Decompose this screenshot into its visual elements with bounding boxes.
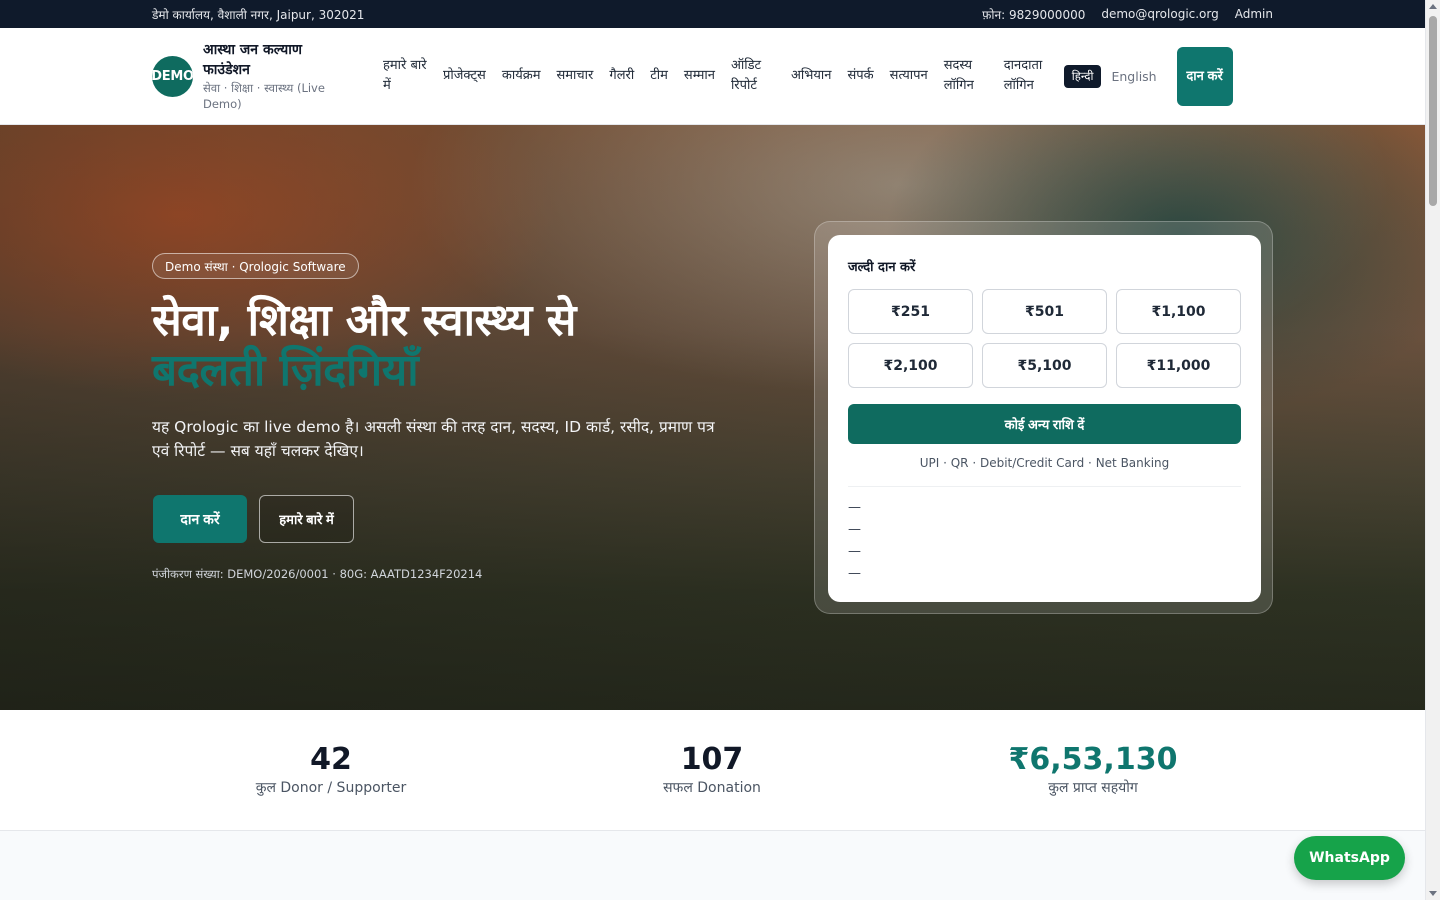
nav-member-login[interactable]: सदस्य लॉगिन — [936, 56, 996, 96]
hero-lead-text: यह Qrologic का live demo है। असली संस्था… — [152, 418, 715, 460]
nav-programs[interactable]: कार्यक्रम — [494, 66, 549, 86]
stat-donations: 107 सफल Donation — [562, 742, 862, 798]
amount-option-501[interactable]: ₹501 — [982, 289, 1107, 334]
quick-donate-title: जल्दी दान करें — [848, 260, 916, 275]
quick-donate-card: जल्दी दान करें ₹251 ₹501 ₹1,100 ₹2,100 ₹… — [828, 235, 1261, 602]
other-amount-button[interactable]: कोई अन्य राशि दें — [848, 404, 1241, 444]
amount-option-5100[interactable]: ₹5,100 — [982, 343, 1107, 388]
amount-option-251[interactable]: ₹251 — [848, 289, 973, 334]
stat-value: 42 — [310, 742, 352, 777]
recent-item: — — [848, 522, 861, 537]
brand-block[interactable]: आस्था जन कल्याण फाउंडेशन सेवा · शिक्षा ·… — [203, 40, 353, 112]
stat-label: कुल Donor / Supporter — [255, 780, 407, 796]
stat-label: सफल Donation — [663, 780, 761, 796]
card-divider — [848, 486, 1241, 487]
nav-gallery[interactable]: गैलरी — [601, 66, 642, 86]
hero-headline-line2: बदलती ज़िंदगियाँ — [152, 345, 419, 396]
scroll-down-arrow-icon[interactable] — [1429, 891, 1437, 896]
email-link[interactable]: demo@qrologic.org — [1101, 7, 1218, 21]
next-section — [0, 831, 1425, 900]
phone-link[interactable]: फ़ोन: 9829000000 — [982, 6, 1085, 23]
top-info-bar: डेमो कार्यालय, वैशाली नगर, Jaipur, 30202… — [0, 0, 1425, 28]
scrollbar-thumb[interactable] — [1429, 16, 1437, 206]
amount-option-2100[interactable]: ₹2,100 — [848, 343, 973, 388]
nav-audit-report[interactable]: ऑडिट रिपोर्ट — [723, 56, 783, 96]
lang-hindi-button[interactable]: हिन्दी — [1063, 64, 1102, 88]
nav-verification[interactable]: सत्यापन — [882, 66, 936, 86]
main-nav: हमारे बारे में प्रोजेक्ट्स कार्यक्रम समा… — [375, 56, 1056, 96]
amount-option-11000[interactable]: ₹11,000 — [1116, 343, 1241, 388]
hero-donate-button[interactable]: दान करें — [153, 495, 247, 543]
stat-value: ₹6,53,130 — [1008, 742, 1178, 777]
nav-honors[interactable]: सम्मान — [676, 66, 723, 86]
nav-team[interactable]: टीम — [642, 66, 676, 86]
recent-list: — — — — — [848, 497, 1241, 585]
stat-donors: 42 कुल Donor / Supporter — [181, 742, 481, 798]
page-scrollbar[interactable] — [1425, 0, 1440, 900]
lang-english-button[interactable]: English — [1111, 69, 1156, 84]
recent-item: — — [848, 500, 861, 515]
amount-option-1100[interactable]: ₹1,100 — [1116, 289, 1241, 334]
recent-item: — — [848, 566, 861, 581]
nav-news[interactable]: समाचार — [549, 66, 602, 86]
amount-grid: ₹251 ₹501 ₹1,100 ₹2,100 ₹5,100 ₹11,000 — [848, 289, 1241, 388]
recent-item: — — [848, 544, 861, 559]
whatsapp-button[interactable]: WhatsApp — [1294, 836, 1405, 880]
hero-section: Demo संस्था · Qrologic Software सेवा, शि… — [0, 125, 1425, 710]
logo[interactable]: DEMO — [152, 55, 193, 97]
quick-donate-frame: जल्दी दान करें ₹251 ₹501 ₹1,100 ₹2,100 ₹… — [814, 221, 1273, 614]
top-contact-group: फ़ोन: 9829000000 demo@qrologic.org Admin — [982, 6, 1273, 23]
header-donate-button[interactable]: दान करें — [1176, 46, 1233, 106]
nav-donor-login[interactable]: दानदाता लॉगिन — [996, 56, 1056, 96]
registration-info: पंजीकरण संख्या: DEMO/2026/0001 · 80G: AA… — [152, 567, 483, 581]
stats-section: 42 कुल Donor / Supporter 107 सफल Donatio… — [0, 710, 1425, 831]
hero-headline-line1: सेवा, शिक्षा और स्वास्थ्य से — [152, 295, 576, 346]
stat-value: 107 — [680, 742, 744, 777]
stat-total-support: ₹6,53,130 कुल प्राप्त सहयोग — [943, 742, 1243, 798]
nav-about[interactable]: हमारे बारे में — [375, 56, 435, 96]
office-address: डेमो कार्यालय, वैशाली नगर, Jaipur, 30202… — [152, 7, 365, 22]
nav-projects[interactable]: प्रोजेक्ट्स — [435, 66, 494, 86]
nav-campaigns[interactable]: अभियान — [783, 66, 840, 86]
language-switcher: हिन्दी English — [1063, 64, 1157, 88]
nav-contact[interactable]: संपर्क — [840, 66, 882, 86]
site-header: DEMO आस्था जन कल्याण फाउंडेशन सेवा · शिक… — [0, 28, 1425, 125]
stat-label: कुल प्राप्त सहयोग — [1048, 780, 1138, 796]
org-tagline: सेवा · शिक्षा · स्वास्थ्य (Live Demo) — [203, 81, 325, 111]
scroll-up-arrow-icon[interactable] — [1429, 4, 1437, 9]
admin-link[interactable]: Admin — [1235, 7, 1273, 21]
payment-methods: UPI · QR · Debit/Credit Card · Net Banki… — [919, 456, 1170, 470]
demo-badge: Demo संस्था · Qrologic Software — [152, 253, 359, 279]
org-name: आस्था जन कल्याण फाउंडेशन — [203, 42, 302, 78]
hero-about-button[interactable]: हमारे बारे में — [259, 495, 354, 543]
